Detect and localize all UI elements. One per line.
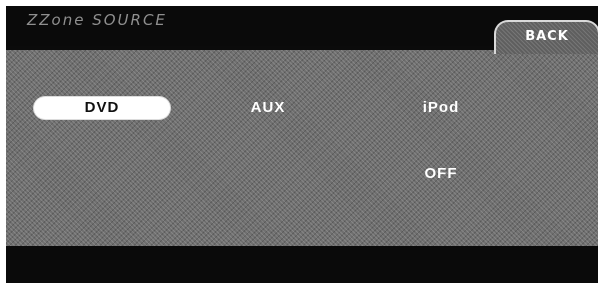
source-option-ipod[interactable]: iPod: [406, 97, 476, 119]
source-option-dvd[interactable]: DVD: [34, 97, 170, 119]
source-option-aux[interactable]: AUX: [238, 97, 298, 119]
zone-source-screen: ZZone SOURCE BACK DVD AUX iPod OFF: [6, 6, 598, 283]
footer-bar: [6, 246, 598, 283]
source-option-off[interactable]: OFF: [411, 163, 471, 185]
source-panel: [6, 50, 598, 246]
screen-title: ZZone SOURCE: [27, 11, 167, 29]
back-button[interactable]: BACK: [494, 20, 598, 54]
